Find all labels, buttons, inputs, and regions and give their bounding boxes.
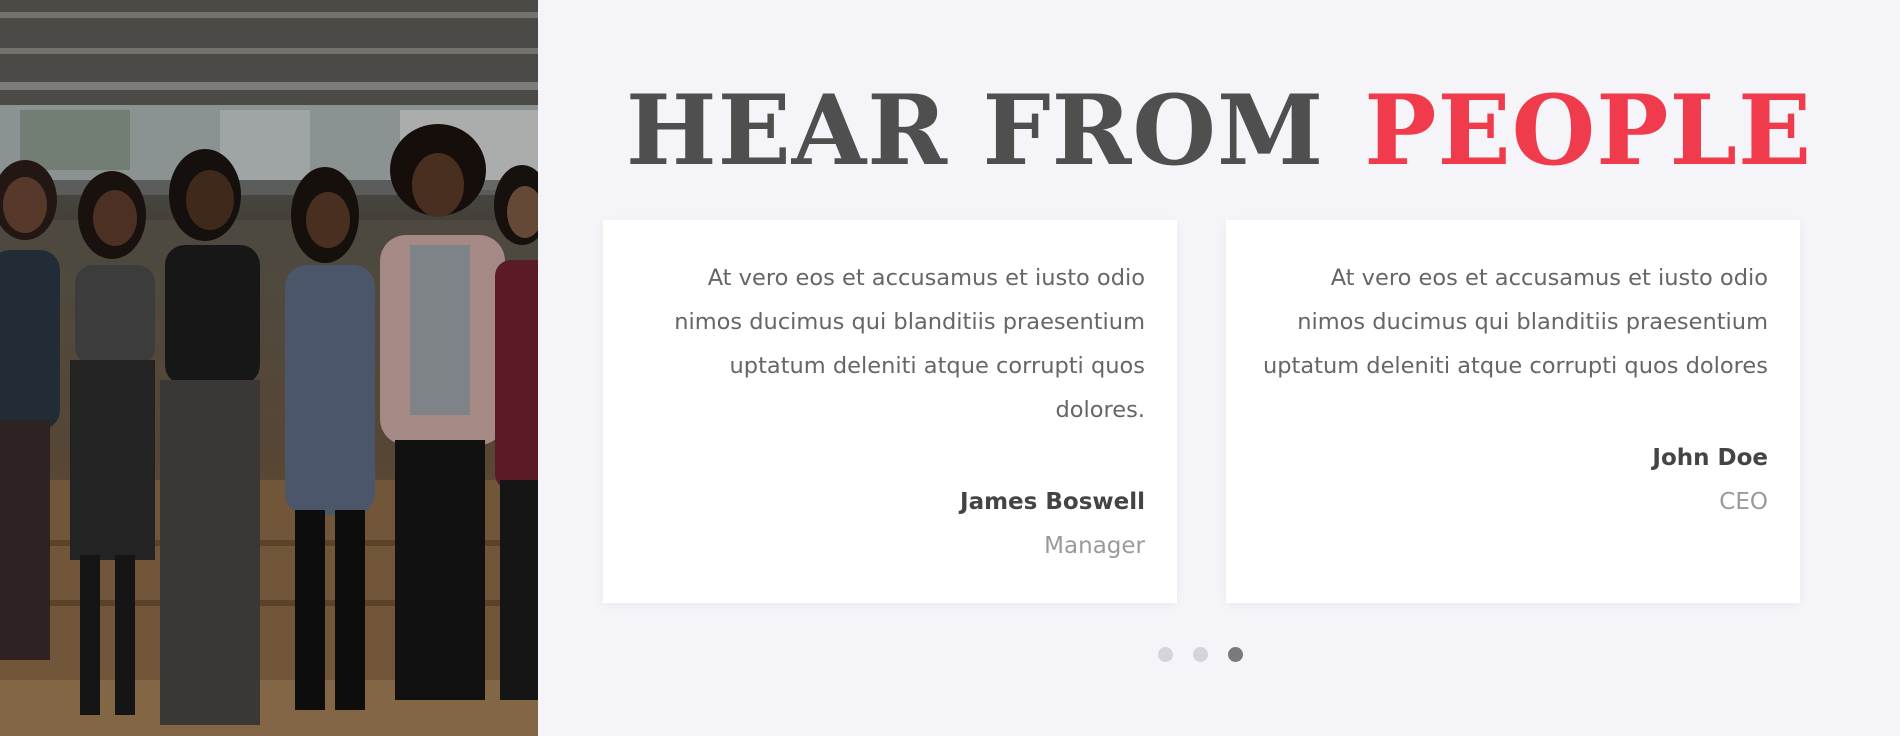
team-photo <box>0 0 538 736</box>
testimonial-quote: At vero eos et accusamus et iusto odio n… <box>674 265 1145 423</box>
section-title: HEAR FROM PEOPLE <box>538 76 1900 186</box>
section-title-word-2: PEOPLE <box>1364 74 1813 187</box>
carousel-dot-2[interactable] <box>1193 647 1208 662</box>
carousel-dot-3[interactable] <box>1228 647 1243 662</box>
testimonial-author-role: CEO <box>1719 489 1768 515</box>
carousel-pagination <box>1158 647 1243 662</box>
testimonial-card: At vero eos et accusamus et iusto odio n… <box>603 220 1177 603</box>
testimonial-author-name: James Boswell <box>960 489 1145 515</box>
testimonial-author-name: John Doe <box>1652 445 1768 471</box>
testimonial-quote: At vero eos et accusamus et iusto odio n… <box>1263 265 1768 379</box>
carousel-dot-1[interactable] <box>1158 647 1173 662</box>
testimonial-card: At vero eos et accusamus et iusto odio n… <box>1226 220 1800 603</box>
testimonial-author-role: Manager <box>1044 533 1145 559</box>
section-title-word-1: HEAR FROM <box>625 74 1325 187</box>
